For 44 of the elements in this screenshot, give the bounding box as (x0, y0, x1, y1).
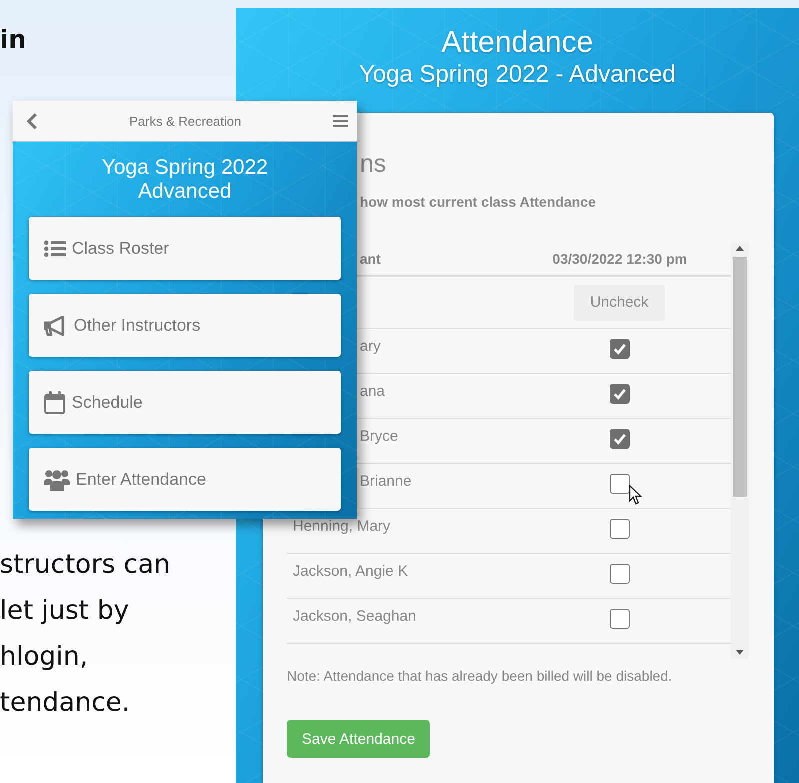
class-title: Yoga Spring 2022 Advanced (102, 156, 268, 204)
group-icon (44, 468, 70, 490)
page-title: Attendance (442, 26, 594, 60)
student-name: Brianne (359, 472, 413, 490)
card-heading: ns (359, 149, 386, 179)
class-subtitle: Yoga Spring 2022 - Advanced (359, 60, 676, 90)
back-icon[interactable] (26, 112, 38, 130)
scroll-up-icon[interactable] (736, 246, 744, 251)
app-title: Parks & Recreation (130, 114, 242, 128)
checkbox[interactable] (610, 519, 630, 539)
checkbox[interactable] (610, 384, 630, 404)
checkmark-icon (613, 387, 627, 401)
scroll-down-icon[interactable] (736, 650, 744, 655)
section-heading: in (0, 24, 26, 56)
student-name: Jackson, Seaghan (292, 607, 418, 625)
checkbox[interactable] (610, 339, 630, 359)
checkmark-icon (613, 342, 627, 356)
menu-icon[interactable] (333, 114, 348, 128)
checkbox[interactable] (610, 609, 630, 629)
checkbox[interactable] (610, 474, 630, 494)
menu-button[interactable]: Schedule (29, 371, 341, 434)
checkmark-icon (613, 432, 627, 446)
student-name: Henning, Mary (292, 517, 392, 535)
student-name: ana (359, 382, 386, 400)
uncheck-button[interactable]: Uncheck (574, 284, 665, 320)
student-name: Jackson, Angie K (292, 562, 410, 580)
calendar-icon (44, 390, 66, 414)
column-header: ant (359, 250, 382, 266)
menu-button[interactable]: Class Roster (29, 217, 341, 280)
checkbox[interactable] (610, 429, 630, 449)
instruction-text: how most current class Attendance (359, 194, 596, 210)
menu-button[interactable]: Other Instructors (29, 294, 341, 357)
menu-button[interactable]: Enter Attendance (29, 448, 341, 511)
promo-paragraph: structors can let just by hlogin, tendance. (0, 549, 171, 720)
scroll-thumb[interactable] (733, 257, 747, 497)
scrollbar[interactable] (731, 242, 749, 659)
cursor-icon (629, 485, 643, 506)
column-header: 03/30/2022 12:30 pm (552, 250, 688, 266)
checkbox[interactable] (610, 564, 630, 584)
note-text: Note: Attendance that has already been billed will be disabled. (287, 668, 672, 684)
save-attendance-button[interactable]: Save Attendance (287, 720, 430, 758)
list-icon (44, 240, 66, 258)
student-name: Bryce (359, 427, 400, 445)
student-name: ary (359, 337, 382, 355)
